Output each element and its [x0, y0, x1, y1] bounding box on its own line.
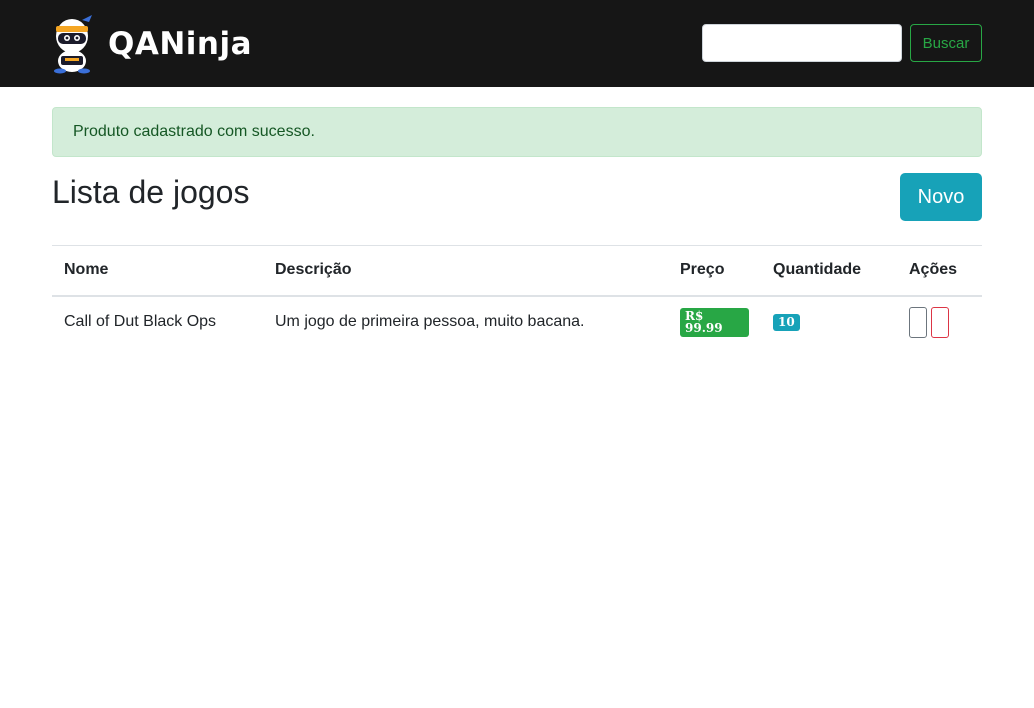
cell-preco: R$ 99.99 [668, 296, 761, 348]
header-preco: Preço [668, 245, 761, 297]
new-game-button[interactable]: Novo [900, 173, 982, 221]
ninja-mascot-icon [54, 15, 92, 74]
cell-acoes [897, 296, 982, 348]
header-descricao: Descrição [263, 245, 668, 297]
page-title: Lista de jogos [52, 174, 250, 210]
games-table: Nome Descrição Preço Quantidade Ações Ca… [52, 245, 982, 348]
cell-quantidade: 10 [761, 296, 897, 348]
search-input[interactable] [702, 24, 902, 62]
header-quantidade: Quantidade [761, 245, 897, 297]
table-header-row: Nome Descrição Preço Quantidade Ações [52, 245, 982, 297]
edit-button[interactable] [909, 306, 927, 338]
brand-logo[interactable]: QANinja [52, 14, 252, 74]
price-badge: R$ 99.99 [680, 307, 749, 337]
cell-descricao: Um jogo de primeira pessoa, muito bacana… [275, 313, 585, 330]
delete-button[interactable] [931, 306, 949, 338]
top-navbar: QANinja Buscar [0, 0, 1034, 87]
search-button[interactable]: Buscar [910, 24, 982, 62]
table-row: Call of Dut Black Ops Um jogo de primeir… [52, 296, 982, 348]
brand-name: QANinja [108, 26, 253, 62]
quantity-badge: 10 [773, 314, 800, 331]
header-nome: Nome [52, 245, 263, 297]
cell-nome: Call of Dut Black Ops [64, 313, 217, 330]
alert-message: Produto cadastrado com sucesso. [73, 123, 315, 140]
header-acoes: Ações [897, 245, 982, 297]
success-alert: Produto cadastrado com sucesso. [52, 107, 982, 157]
